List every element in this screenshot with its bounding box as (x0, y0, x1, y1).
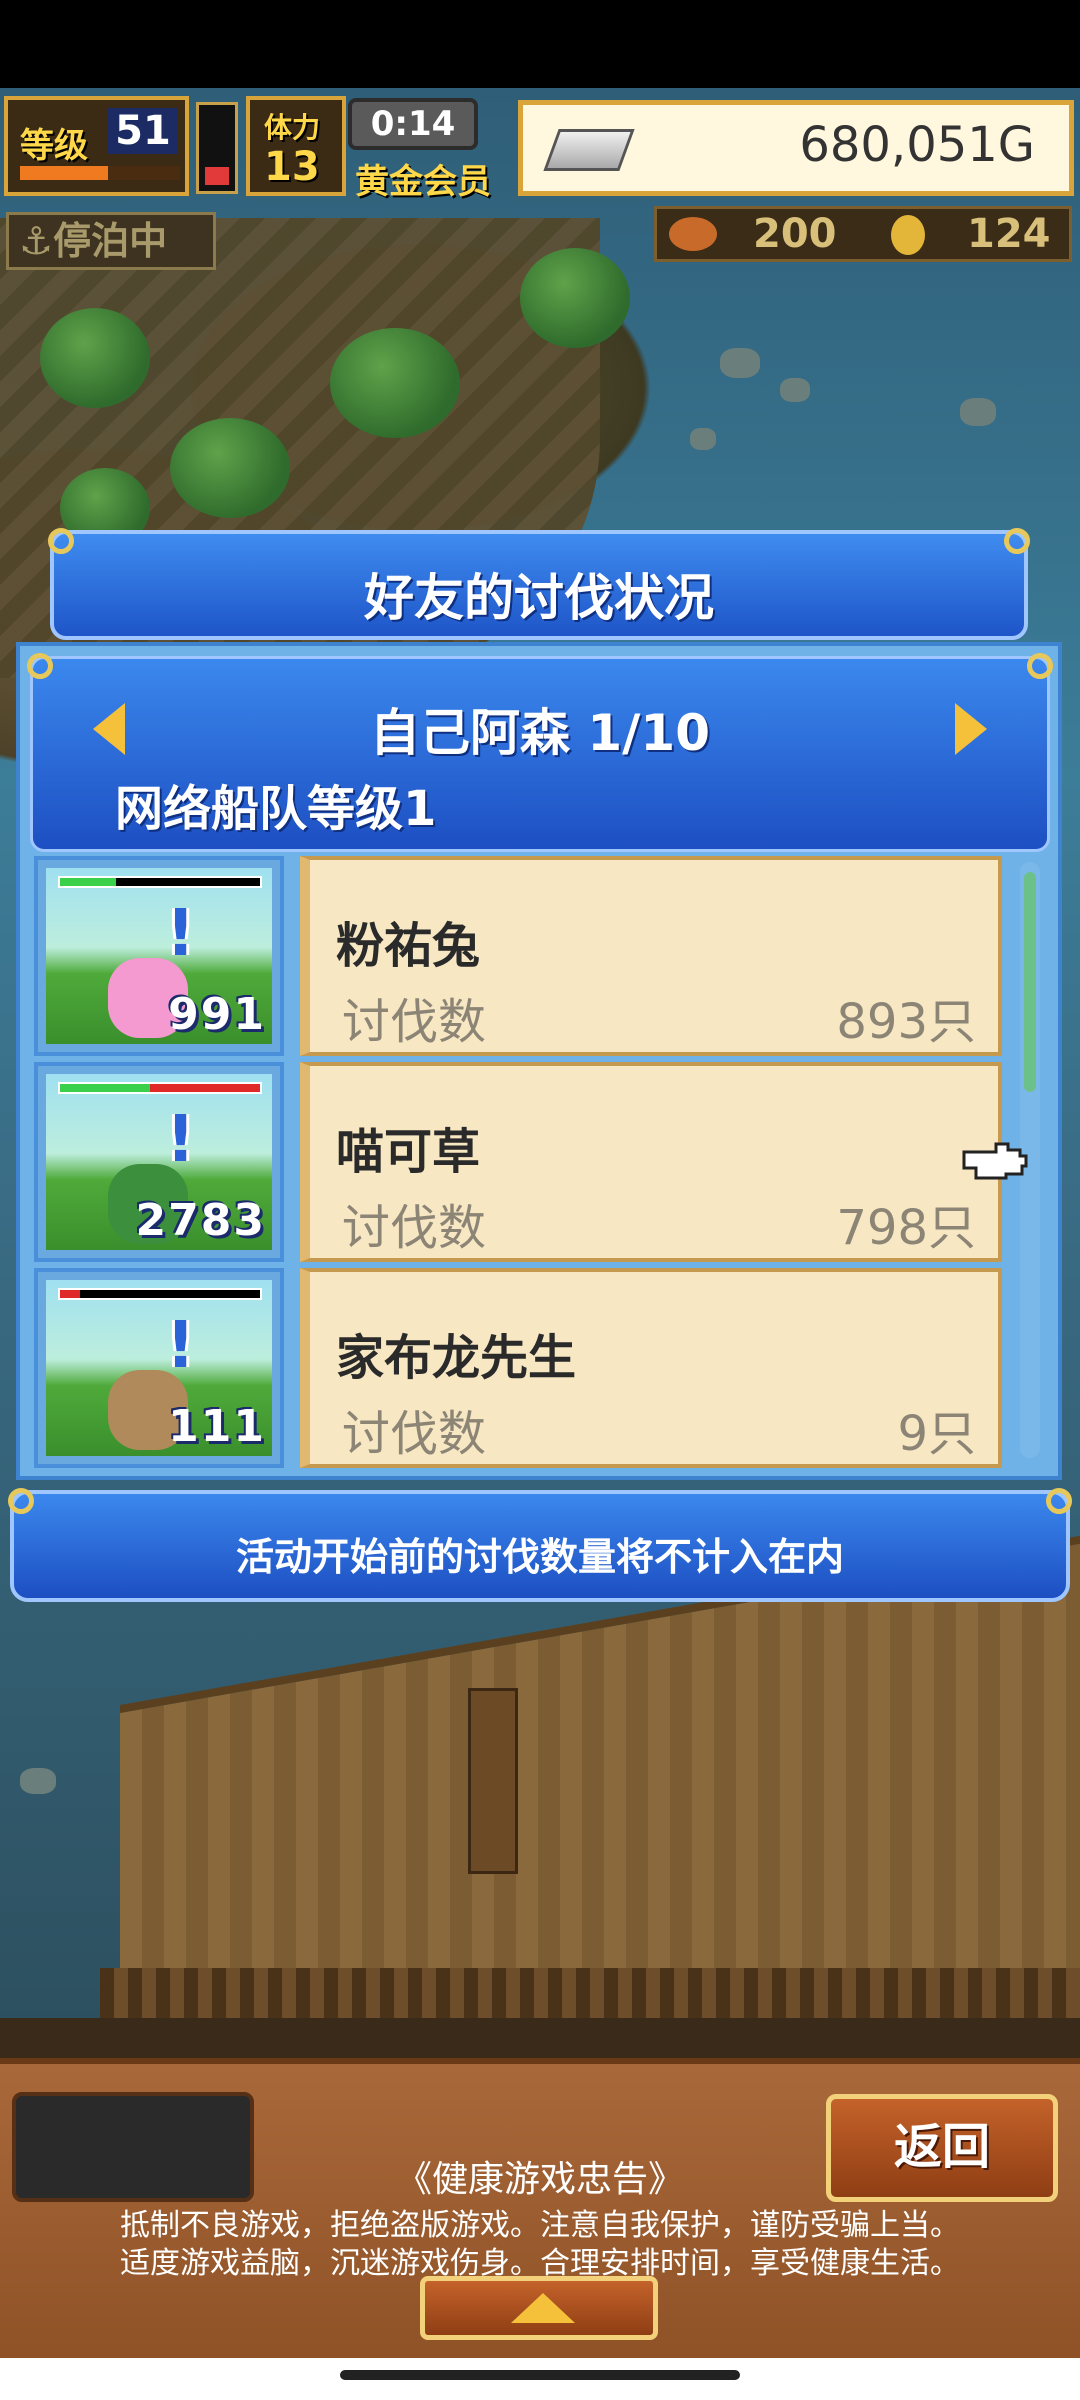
resource-panel: 200 124 (654, 206, 1072, 262)
coin-icon (891, 215, 925, 255)
monster-scene: ! 991 (46, 868, 272, 1044)
rock (720, 348, 760, 378)
corner-ornament (48, 528, 74, 554)
resource2-value: 124 (967, 211, 1051, 257)
tree (170, 418, 290, 518)
monster-thumbnail: ! 111 (34, 1268, 284, 1468)
top-hud: 等级 51 体力 13 0:14 黄金会员 680,051G (0, 92, 1080, 204)
level-value: 51 (108, 108, 178, 154)
hp-gauge (196, 102, 238, 194)
kills-label: 讨伐数 (342, 994, 487, 1050)
rock (690, 428, 716, 450)
scroll-thumb[interactable] (1024, 872, 1036, 1092)
monster-count-badge: 991 (168, 989, 266, 1040)
monster-info-card[interactable]: 家布龙先生 讨伐数 9只 (300, 1268, 1002, 1468)
monster-hp-bar (58, 876, 262, 888)
docked-status: ⚓停泊中 (6, 212, 216, 270)
level-panel[interactable]: 等级 51 (4, 96, 189, 196)
member-status: 黄金会员 (355, 162, 491, 202)
anchor-icon: ⚓ (19, 219, 54, 263)
home-indicator[interactable] (340, 2370, 740, 2380)
monster-list[interactable]: ! 991 粉祐兔 讨伐数 893只 ! 2783 喵可草 讨伐数 798只 !… (34, 856, 1034, 1474)
stamina-panel[interactable]: 体力 13 (246, 96, 346, 196)
monster-info-card[interactable]: 粉祐兔 讨伐数 893只 (300, 856, 1002, 1056)
list-item[interactable]: ! 111 家布龙先生 讨伐数 9只 (34, 1268, 1014, 1468)
corner-ornament (1027, 653, 1053, 679)
monster-scene: ! 2783 (46, 1074, 272, 1250)
kills-value: 798只 (836, 1200, 976, 1256)
level-label: 等级 (20, 126, 88, 166)
exp-bar (20, 166, 180, 180)
monster-name: 粉祐兔 (336, 918, 481, 974)
timer-display: 0:14 (348, 98, 478, 150)
friend-name: 自己阿森 1/10 (369, 704, 711, 762)
monster-info-card[interactable]: 喵可草 讨伐数 798只 (300, 1062, 1002, 1262)
stamina-value: 13 (264, 144, 320, 190)
chevron-up-icon (511, 2293, 575, 2323)
corner-ornament (8, 1488, 34, 1514)
corner-ornament (1046, 1488, 1072, 1514)
hp-red-fill (150, 1084, 260, 1092)
monster-thumbnail: ! 2783 (34, 1062, 284, 1262)
dialog-title: 好友的讨伐状况 (364, 569, 714, 627)
food-icon (669, 217, 717, 251)
fleet-level: 网络船队等级1 (115, 781, 437, 837)
stamina-label: 体力 (264, 111, 321, 144)
silver-bar-icon (543, 129, 635, 171)
kills-label: 讨伐数 (342, 1406, 487, 1462)
corner-ornament (1004, 528, 1030, 554)
kills-label: 讨伐数 (342, 1200, 487, 1256)
rock (780, 378, 810, 402)
list-item[interactable]: ! 991 粉祐兔 讨伐数 893只 (34, 856, 1014, 1056)
kills-value: 9只 (897, 1406, 976, 1462)
dialog-title-panel: 好友的讨伐状况 (48, 528, 1030, 640)
tree (330, 328, 460, 438)
tree (520, 248, 630, 348)
monster-count-badge: 2783 (135, 1195, 266, 1246)
ship-hull (0, 2018, 1080, 2058)
monster-hp-bar (58, 1288, 262, 1300)
bottom-bar: 返回 《健康游戏忠告》 抵制不良游戏，拒绝盗版游戏。注意自我保护，谨防受骗上当。… (0, 2058, 1080, 2364)
exp-fill (20, 166, 108, 180)
status-bar (0, 0, 1080, 88)
alert-icon: ! (166, 1103, 196, 1177)
alert-icon: ! (166, 1309, 196, 1383)
corner-ornament (27, 653, 53, 679)
rock (20, 1768, 56, 1794)
money-panel[interactable]: 680,051G (518, 100, 1074, 196)
kills-value: 893只 (836, 994, 976, 1050)
monster-hp-bar (58, 1082, 262, 1094)
hp-fill (205, 166, 229, 185)
pointing-hand-icon (962, 1142, 1028, 1180)
monster-name: 喵可草 (336, 1124, 481, 1180)
rock (960, 398, 996, 426)
alert-icon: ! (166, 897, 196, 971)
monster-name: 家布龙先生 (336, 1330, 577, 1386)
docked-status-text: 停泊中 (53, 219, 168, 263)
hp-green-fill (60, 878, 116, 886)
friend-nav-panel: 自己阿森 1/10 网络船队等级1 (27, 653, 1053, 852)
monster-scene: ! 111 (46, 1280, 272, 1456)
list-item[interactable]: ! 2783 喵可草 讨伐数 798只 (34, 1062, 1014, 1262)
expand-menu-button[interactable] (420, 2276, 658, 2340)
notice-text: 活动开始前的讨伐数量将不计入在内 (235, 1535, 844, 1579)
tree (40, 308, 150, 408)
hp-green-fill (60, 1084, 150, 1092)
resource1-value: 200 (753, 211, 837, 257)
monster-thumbnail: ! 991 (34, 856, 284, 1056)
monster-count-badge: 111 (168, 1401, 266, 1452)
next-friend-arrow-icon[interactable] (955, 703, 987, 755)
advisory-title: 《健康游戏忠告》 (395, 2159, 684, 2200)
hp-red-fill (60, 1290, 80, 1298)
ship-mast (468, 1688, 518, 1874)
money-value: 680,051G (799, 117, 1035, 173)
notice-panel: 活动开始前的讨伐数量将不计入在内 (8, 1488, 1072, 1602)
